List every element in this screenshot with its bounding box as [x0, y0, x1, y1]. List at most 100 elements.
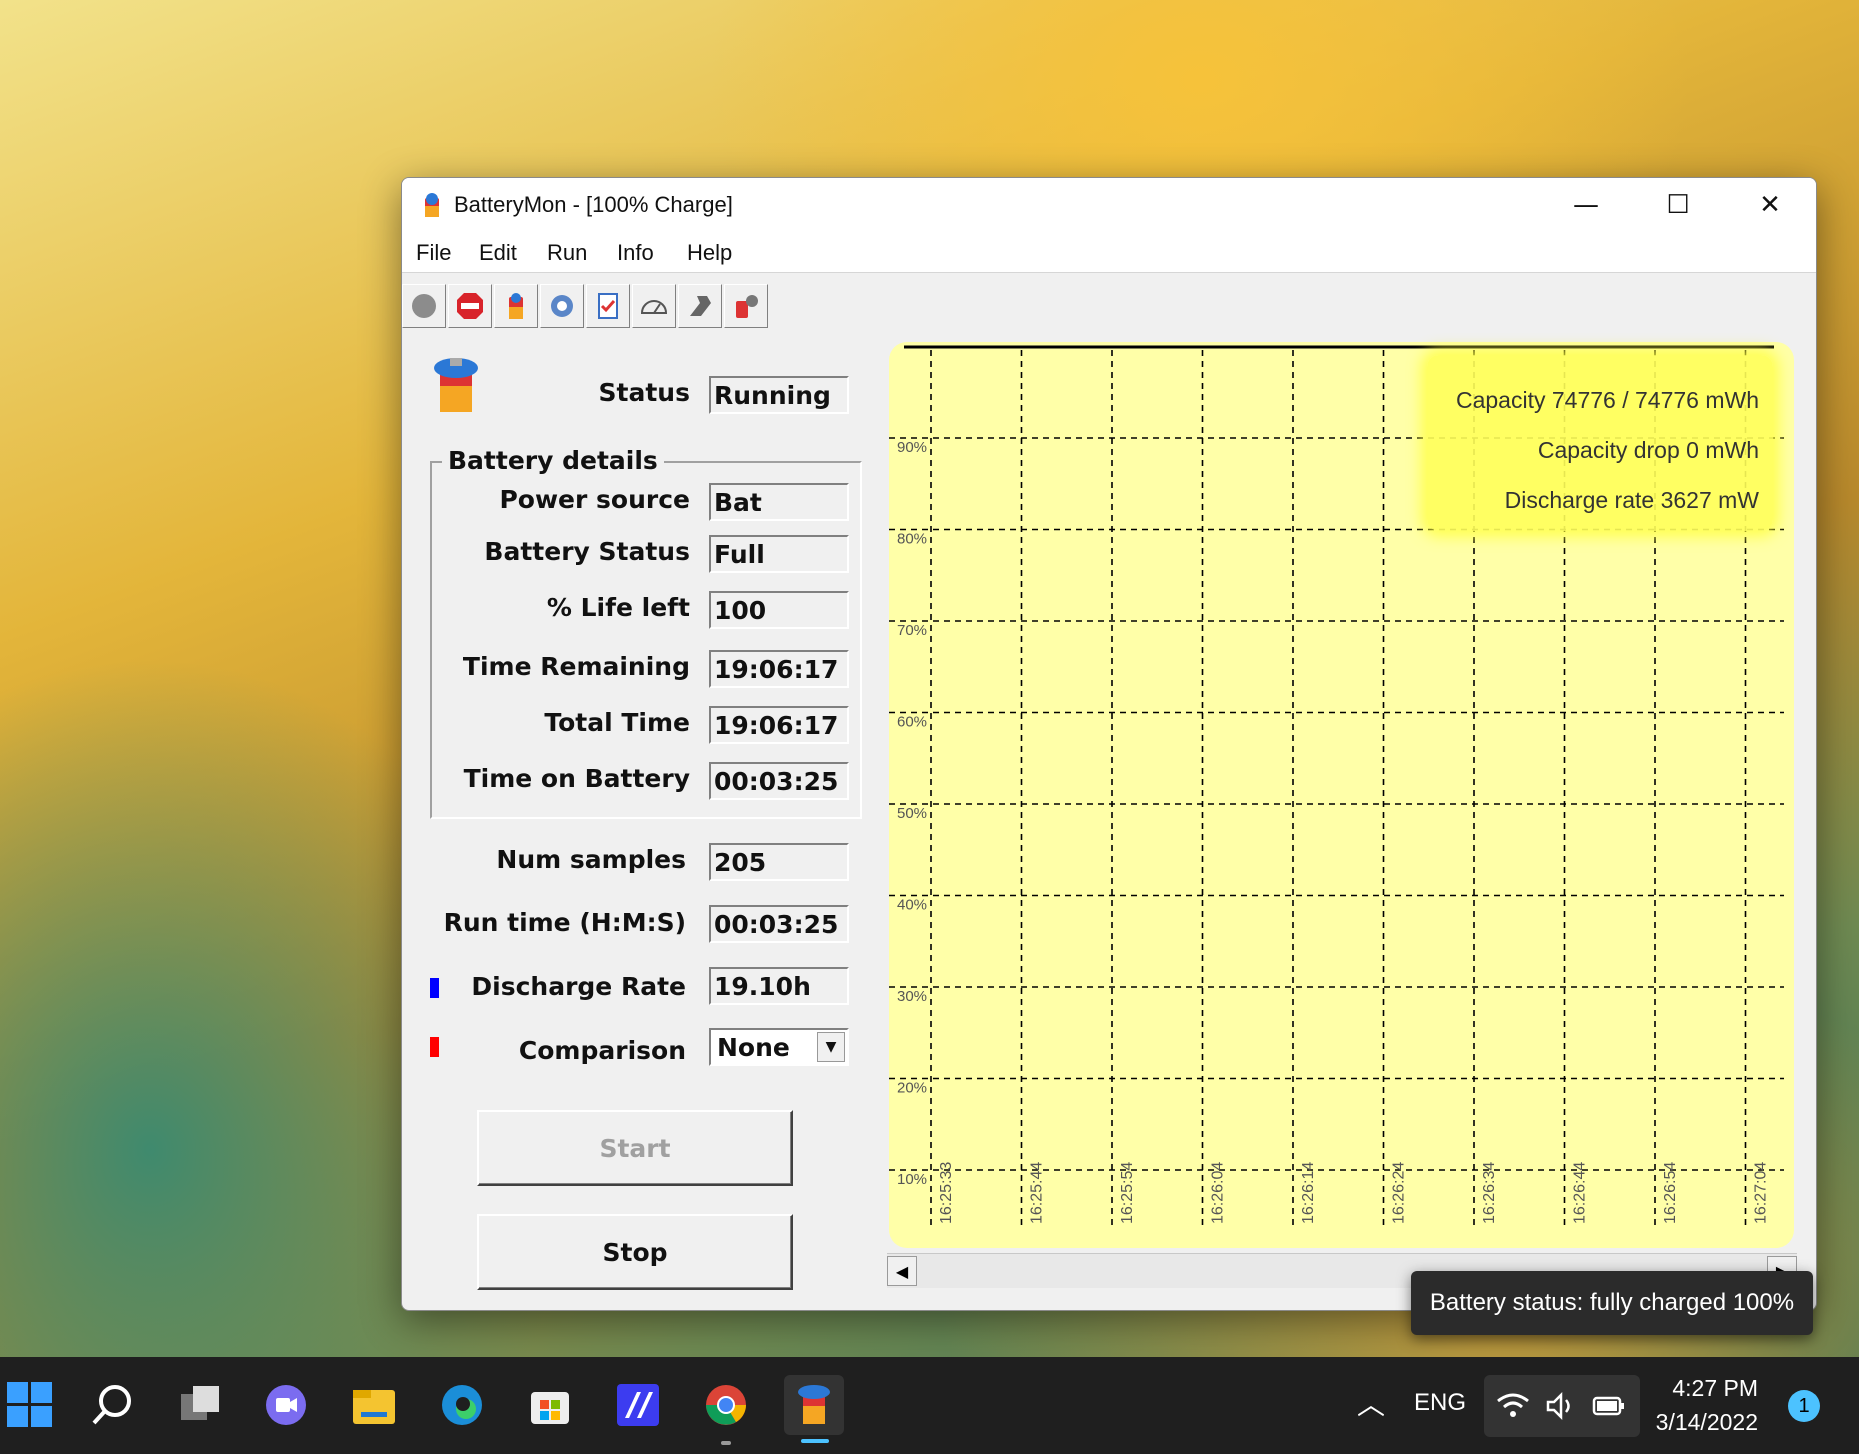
- life-left-field: 100: [709, 591, 849, 629]
- y-tick-label: 10%: [897, 1171, 927, 1188]
- time-remaining-field: 19:06:17: [709, 650, 849, 688]
- app-button[interactable]: [608, 1375, 668, 1435]
- maximize-icon: ☐: [1666, 190, 1690, 220]
- search-icon: [92, 1385, 131, 1425]
- checklist-button[interactable]: [586, 284, 630, 328]
- x-tick-label: 16:25:54: [1119, 1162, 1136, 1224]
- search-button[interactable]: [82, 1375, 142, 1435]
- battery-settings-button[interactable]: [724, 284, 768, 328]
- batterymon-icon: [798, 1385, 830, 1424]
- title-bar[interactable]: BatteryMon - [100% Charge] — ☐ ✕: [402, 178, 1816, 232]
- record-button[interactable]: [402, 284, 446, 328]
- taskbar: ︿ ENG 4:27 PM 3/14/2022 1: [0, 1357, 1859, 1454]
- capacity-text: Capacity 74776 / 74776 mWh: [1455, 387, 1759, 413]
- battery-button[interactable]: [494, 284, 538, 328]
- checklist-icon: [598, 293, 618, 319]
- x-tick-label: 16:26:14: [1300, 1162, 1317, 1224]
- menu-help[interactable]: Help: [687, 240, 732, 266]
- stop-icon: [457, 293, 483, 319]
- menu-edit[interactable]: Edit: [479, 240, 517, 266]
- comparison-label: Comparison: [518, 1036, 686, 1065]
- close-button[interactable]: ✕: [1724, 178, 1816, 232]
- notification-badge[interactable]: 1: [1788, 1390, 1820, 1422]
- start-button[interactable]: Start: [477, 1110, 793, 1186]
- y-tick-label: 50%: [897, 805, 927, 822]
- x-tick-label: 16:26:24: [1391, 1162, 1408, 1224]
- y-tick-label: 30%: [897, 988, 927, 1005]
- quick-settings-button[interactable]: [1484, 1375, 1640, 1437]
- power-source-field: Bat: [709, 483, 849, 521]
- life-left-label: % Life left: [546, 593, 690, 622]
- menu-file[interactable]: File: [416, 240, 451, 266]
- start-button[interactable]: [0, 1375, 60, 1435]
- x-tick-label: 16:26:04: [1210, 1162, 1227, 1224]
- chat-icon: [266, 1385, 306, 1425]
- chevron-up-icon[interactable]: ︿: [1357, 1383, 1385, 1423]
- y-tick-label: 80%: [897, 531, 927, 548]
- tools-button[interactable]: [678, 284, 722, 328]
- comparison-value: None: [717, 1033, 790, 1062]
- battery-logo-icon: [434, 358, 478, 412]
- stop-toolbar-button[interactable]: [448, 284, 492, 328]
- edge-icon: [442, 1385, 482, 1425]
- store-button[interactable]: [520, 1375, 580, 1435]
- tools-icon: [690, 296, 711, 316]
- capacity-drop-text: Capacity drop 0 mWh: [1537, 437, 1759, 463]
- battery-tooltip: Battery status: fully charged 100%: [1411, 1271, 1813, 1335]
- comparison-select[interactable]: None ▼: [709, 1028, 849, 1066]
- batterymon-taskbar-button[interactable]: [784, 1375, 844, 1435]
- settings-icon: [551, 295, 573, 317]
- menu-run[interactable]: Run: [547, 240, 587, 266]
- comparison-marker: [430, 1037, 439, 1057]
- battery-tray-icon: [1592, 1396, 1624, 1416]
- maximize-button[interactable]: ☐: [1632, 178, 1724, 232]
- chrome-icon: [706, 1385, 746, 1425]
- time-on-battery-label: Time on Battery: [463, 764, 690, 793]
- edge-button[interactable]: [432, 1375, 492, 1435]
- minimize-icon: —: [1573, 190, 1599, 220]
- clock-time[interactable]: 4:27 PM: [1658, 1375, 1758, 1402]
- battery-chart: 90% 80% 70% 60% 50% 40% 30% 20% 10% 16:25:33 16:25…: [889, 342, 1794, 1248]
- dropdown-arrow-icon[interactable]: ▼: [817, 1032, 845, 1062]
- gauge-icon: [640, 300, 668, 314]
- battery-status-label: Battery Status: [484, 537, 690, 566]
- chart-info-box: Capacity 74776 / 74776 mWh Capacity drop…: [1427, 355, 1773, 531]
- battery-icon: [509, 293, 523, 319]
- clock-date[interactable]: 3/14/2022: [1650, 1409, 1758, 1436]
- wifi-icon: [1497, 1393, 1529, 1417]
- scroll-left-button[interactable]: ◀: [887, 1256, 917, 1286]
- close-icon: ✕: [1759, 190, 1781, 220]
- windows-start-icon: [7, 1382, 52, 1427]
- batterymon-window: BatteryMon - [100% Charge] — ☐ ✕ File Ed…: [401, 177, 1817, 1311]
- x-tick-label: 16:26:44: [1572, 1162, 1589, 1224]
- x-tick-label: 16:27:04: [1753, 1162, 1770, 1224]
- y-tick-label: 90%: [897, 439, 927, 456]
- language-indicator[interactable]: ENG: [1414, 1389, 1466, 1417]
- chat-button[interactable]: [256, 1375, 316, 1435]
- scroll-left-icon: ◀: [895, 1261, 909, 1281]
- file-explorer-button[interactable]: [344, 1375, 404, 1435]
- file-explorer-icon: [353, 1390, 395, 1424]
- time-on-battery-field: 00:03:25: [709, 762, 849, 800]
- x-tick-label: 16:26:34: [1481, 1162, 1498, 1224]
- menu-info[interactable]: Info: [617, 240, 654, 266]
- stop-button[interactable]: Stop: [477, 1214, 793, 1290]
- discharge-rate-text: Discharge rate 3627 mW: [1504, 487, 1759, 513]
- minimize-button[interactable]: —: [1540, 178, 1632, 232]
- run-time-field: 00:03:25: [709, 905, 849, 943]
- num-samples-label: Num samples: [496, 845, 686, 874]
- task-view-icon: [181, 1386, 219, 1420]
- settings-button[interactable]: [540, 284, 584, 328]
- gauge-button[interactable]: [632, 284, 676, 328]
- power-source-label: Power source: [499, 485, 690, 514]
- window-title: BatteryMon - [100% Charge]: [454, 192, 733, 217]
- discharge-rate-label: Discharge Rate: [471, 972, 686, 1001]
- volume-icon: [1546, 1391, 1570, 1421]
- menu-bar: File Edit Run Info Help: [402, 232, 1816, 273]
- task-view-button[interactable]: [170, 1375, 230, 1435]
- total-time-field: 19:06:17: [709, 706, 849, 744]
- time-remaining-label: Time Remaining: [462, 652, 690, 681]
- chrome-button[interactable]: [696, 1375, 756, 1435]
- battery-settings-icon: [736, 295, 758, 318]
- record-icon: [412, 294, 436, 318]
